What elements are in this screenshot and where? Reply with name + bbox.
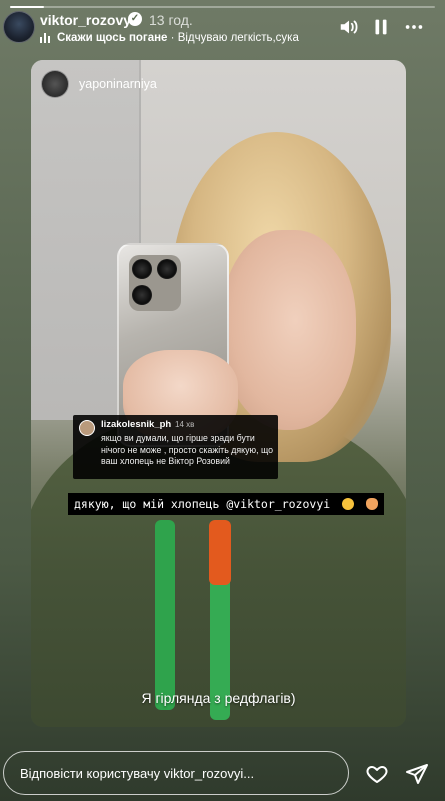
music-bars-icon [40, 33, 51, 43]
relieved-face-icon [342, 498, 355, 510]
comment-time: 14 хв [175, 420, 195, 429]
heart-hands-icon [366, 498, 379, 510]
comment-text: якщо ви думали, що гірше зради бути нічо… [101, 433, 273, 466]
avatar[interactable] [3, 11, 35, 43]
orange-strap [209, 520, 231, 585]
story-timestamp: 13 год. [149, 12, 193, 28]
face [221, 230, 356, 430]
send-icon[interactable] [405, 762, 429, 786]
comment-avatar [79, 420, 95, 436]
camera-lens [157, 259, 177, 279]
camera-lens [132, 259, 152, 279]
music-artist: Відчуваю легкість,сука [177, 32, 299, 44]
more-options-icon[interactable] [403, 16, 425, 38]
shared-post-avatar[interactable] [41, 70, 69, 98]
story-content[interactable]: yaponinarniya lizakolesnik_ph 14 хв якщо… [31, 60, 406, 727]
camera-module [129, 255, 181, 311]
like-heart-icon[interactable] [365, 762, 389, 786]
verified-badge-icon: ✓ [128, 12, 142, 26]
shared-post-username[interactable]: yaponinarniya [79, 77, 157, 91]
camera-lens [132, 285, 152, 305]
comment-sticker[interactable]: lizakolesnik_ph 14 хв якщо ви думали, що… [73, 415, 278, 479]
volume-icon[interactable] [338, 16, 360, 38]
shared-post-header[interactable]: yaponinarniya [41, 70, 157, 98]
story-top-bar: viktor_rozovyi ✓ 13 год. Скажи щось пога… [0, 8, 445, 52]
story-subtitle: Я гірлянда з редфлагів) [141, 690, 296, 706]
music-info[interactable]: Скажи щось погане · Відчуваю легкість,су… [40, 32, 299, 44]
music-separator: · [167, 32, 178, 44]
music-title: Скажи щось погане [57, 32, 168, 44]
pause-icon[interactable] [370, 16, 392, 38]
reply-input[interactable] [3, 751, 349, 795]
story-username[interactable]: viktor_rozovyi [40, 12, 135, 28]
caption-sticker: дякую, що мій хлопець @viktor_rozovyi [68, 493, 385, 515]
green-strap [155, 520, 175, 710]
caption-text: дякую, що мій хлопець @viktor_rozovyi [74, 497, 331, 511]
comment-username: lizakolesnik_ph [101, 419, 172, 430]
